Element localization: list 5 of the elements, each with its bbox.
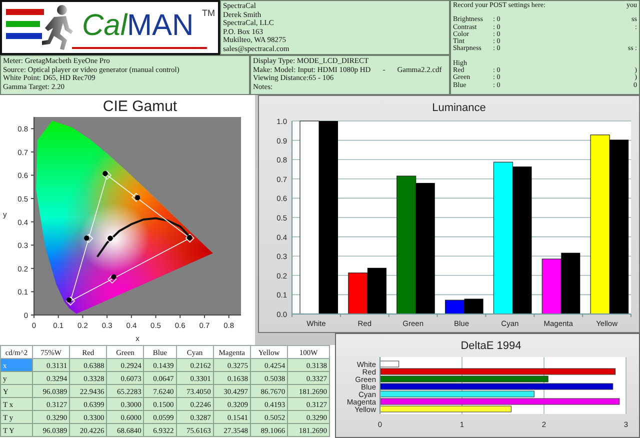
- chart-title: CIE Gamut: [102, 98, 178, 115]
- logo-text: CalMAN: [82, 10, 194, 42]
- chart-title: Luminance: [432, 102, 486, 114]
- trademark-mark: TM: [202, 8, 215, 18]
- chart-title: DeltaE 1994: [460, 340, 522, 352]
